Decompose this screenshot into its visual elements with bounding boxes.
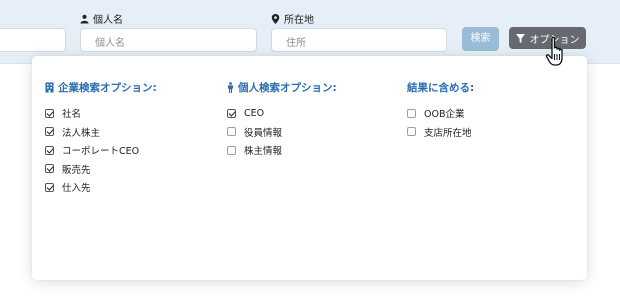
- checkbox[interactable]: [407, 127, 416, 137]
- person-options-title: 個人検索オプション:: [227, 80, 337, 94]
- option-label: CEO: [244, 107, 265, 119]
- person-option-1[interactable]: 役員情報: [227, 123, 337, 142]
- checkbox[interactable]: [227, 108, 236, 118]
- option-label: 販売先: [62, 164, 91, 176]
- filter-icon: [515, 33, 525, 43]
- company-options-column: 企業検索オプション: 社名法人株主コーポレートCEO 販売先仕入先: [45, 80, 157, 197]
- checkbox[interactable]: [45, 164, 54, 174]
- address-placeholder: 住所: [286, 38, 306, 49]
- option-label: 役員情報: [244, 127, 283, 139]
- option-label: 株主情報: [244, 146, 283, 158]
- search-button[interactable]: 検索: [462, 27, 499, 51]
- person-standing-icon: [228, 81, 233, 93]
- hand-pointer-cursor-icon: [545, 36, 563, 66]
- person-options-column: 個人検索オプション: CEO 役員情報株主情報: [227, 80, 337, 160]
- person-name-label: 個人名: [80, 11, 123, 26]
- checkbox[interactable]: [45, 182, 54, 192]
- address-label: 所在地: [271, 11, 314, 26]
- address-input[interactable]: 住所: [271, 28, 447, 52]
- person-name-input[interactable]: 個人名: [80, 28, 257, 52]
- person-option-2[interactable]: 株主情報: [227, 141, 337, 160]
- company-option-2[interactable]: コーポレートCEO: [45, 141, 157, 160]
- results-option-1[interactable]: 支店所在地: [407, 123, 474, 142]
- option-label: OOB企業: [424, 109, 465, 121]
- person-name-placeholder: 個人名: [95, 38, 125, 49]
- checkbox[interactable]: [227, 145, 236, 155]
- company-options-title: 企業検索オプション:: [45, 80, 157, 94]
- building-icon: [45, 82, 54, 93]
- options-panel: 企業検索オプション: 社名法人株主コーポレートCEO 販売先仕入先 個人検索オプシ…: [32, 56, 587, 280]
- checkbox[interactable]: [45, 127, 54, 137]
- map-pin-icon: [271, 13, 280, 24]
- checkbox[interactable]: [45, 108, 54, 118]
- option-label: 支店所在地: [424, 127, 472, 139]
- option-label: コーポレートCEO: [62, 146, 140, 158]
- person-icon: [80, 14, 89, 23]
- option-label: 法人株主: [62, 127, 101, 139]
- checkbox[interactable]: [45, 145, 54, 155]
- company-option-1[interactable]: 法人株主: [45, 123, 157, 142]
- company-option-3[interactable]: 販売先: [45, 160, 157, 179]
- option-label: 社名: [62, 109, 82, 121]
- company-option-4[interactable]: 仕入先: [45, 178, 157, 197]
- person-option-0[interactable]: CEO: [227, 104, 337, 123]
- results-option-0[interactable]: OOB企業: [407, 104, 474, 123]
- company-name-input[interactable]: [0, 28, 66, 52]
- checkbox[interactable]: [407, 108, 416, 118]
- option-label: 仕入先: [62, 183, 91, 195]
- results-options-title: 結果に含める:: [407, 81, 475, 94]
- checkbox[interactable]: [227, 127, 236, 137]
- company-option-0[interactable]: 社名: [45, 104, 157, 123]
- search-bar: 個人名 個人名 所在地 住所 検索 オプション: [0, 0, 620, 64]
- results-options-column: 結果に含める: OOB企業支店所在地: [407, 80, 474, 141]
